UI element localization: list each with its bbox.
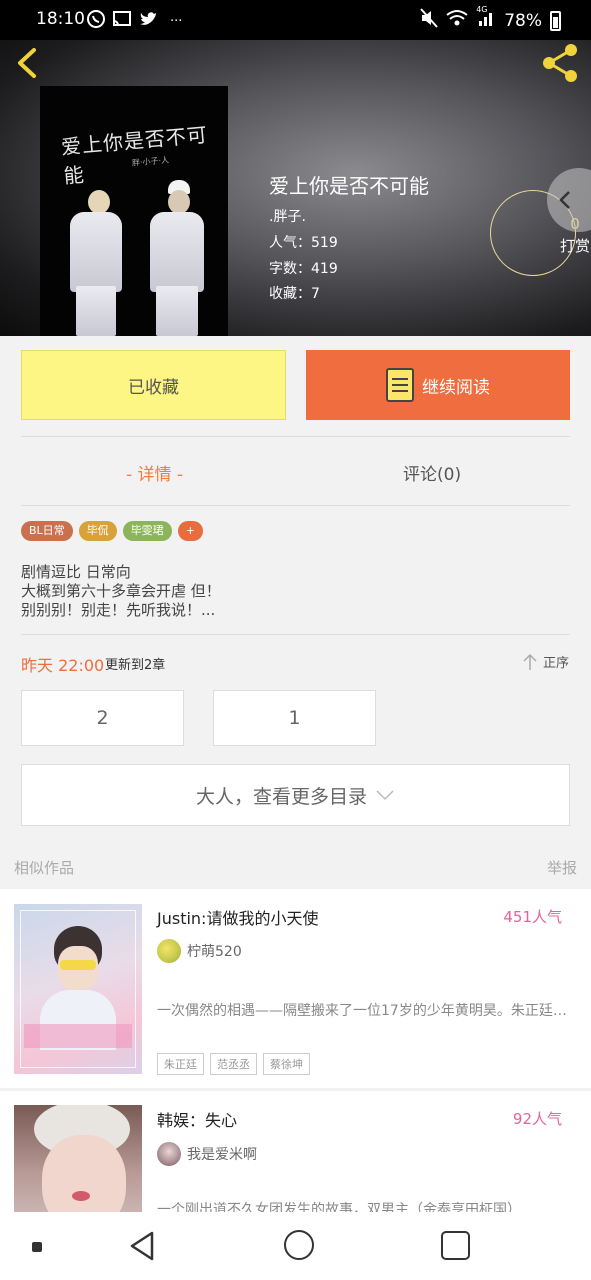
similar-works-list: Justin:请做我的小天使 451人气 柠萌520 一次偶然的相遇——隔壁搬来… <box>0 889 591 1212</box>
update-time: 昨天 22:00 <box>21 656 105 675</box>
system-navigation-bar <box>0 1212 591 1280</box>
nav-back-icon[interactable] <box>128 1230 156 1262</box>
tab-detail[interactable]: - 详情 - <box>126 460 183 485</box>
book-icon <box>386 368 414 402</box>
divider <box>21 436 570 437</box>
more-notifications-icon: ··· <box>170 14 183 29</box>
chevron-left-icon <box>559 191 570 209</box>
book-thumbnail <box>14 1105 142 1212</box>
battery-percent: 78% <box>504 10 542 31</box>
battery-icon <box>550 10 561 31</box>
signal-icon: 4G <box>476 5 496 32</box>
wifi-icon <box>446 9 468 32</box>
nav-menu-dot-icon[interactable] <box>32 1242 42 1252</box>
book-cover[interactable]: 爱上你是否不可能 胖·小子·人 <box>40 86 228 336</box>
description-line: 大概到第六十多章会开虐 但！ <box>21 582 221 600</box>
divider <box>21 505 570 506</box>
book-thumbnail <box>14 904 142 1074</box>
update-text: 更新到2章 <box>105 658 166 673</box>
book-header: 爱上你是否不可能 胖·小子·人 爱上你是否不可能 .胖子. 人气：519 字数：… <box>0 40 591 336</box>
arrow-up-icon <box>523 653 537 670</box>
clock: 18:10 <box>36 9 85 29</box>
work-author: 柠萌520 <box>157 939 242 963</box>
continue-reading-label: 继续阅读 <box>422 377 490 398</box>
work-tags: 朱正廷 范丞丞 蔡徐坤 <box>157 1053 310 1075</box>
more-catalog-button[interactable]: 大人，查看更多目录 <box>21 764 570 826</box>
sort-order-button[interactable]: 正序 <box>521 652 569 671</box>
share-button[interactable] <box>541 42 583 84</box>
work-title: Justin:请做我的小天使 <box>157 909 319 928</box>
divider <box>21 634 570 635</box>
sort-order-label: 正序 <box>542 656 569 671</box>
divider <box>0 1088 591 1091</box>
nav-home-icon[interactable] <box>284 1230 314 1260</box>
cover-title: 爱上你是否不可能 <box>60 122 209 189</box>
chevron-left-icon <box>18 48 36 78</box>
description-line: 别别别！别走！先听我说！... <box>21 601 216 619</box>
similar-works-label: 相似作品 <box>14 859 75 877</box>
tag-list: BL日常 毕侃 毕雯珺 + <box>21 521 203 541</box>
tag-chip[interactable]: 毕侃 <box>78 521 117 541</box>
tip-label: 打赏 <box>559 237 590 255</box>
author-name: 柠萌520 <box>187 944 242 960</box>
work-author: 我是爱米啊 <box>157 1142 257 1166</box>
book-favorites: 收藏：7 <box>269 286 320 302</box>
add-tag-button[interactable]: + <box>177 521 203 541</box>
report-button[interactable]: 举报 <box>547 857 577 878</box>
continue-reading-button[interactable]: 继续阅读 <box>306 350 570 420</box>
book-word-count: 字数：419 <box>269 261 338 277</box>
more-catalog-label: 大人，查看更多目录 <box>195 785 367 808</box>
work-description: 一个刚出道不久女团发生的故事，双男主（金泰亨田柾国） <box>157 1202 521 1212</box>
chapter-button[interactable]: 1 <box>213 690 376 746</box>
work-tag[interactable]: 蔡徐坤 <box>263 1053 310 1075</box>
chapter-button[interactable]: 2 <box>21 690 184 746</box>
book-description[interactable]: 剧情逗比 日常向 大概到第六十多章会开虐 但！ 别别别！别走！先听我说！... <box>21 563 221 620</box>
author-name: 我是爱米啊 <box>187 1147 257 1163</box>
work-popularity: 451人气 <box>503 908 562 926</box>
whatsapp-icon <box>86 9 106 34</box>
work-tag[interactable]: 朱正廷 <box>157 1053 204 1075</box>
mute-icon <box>420 8 438 33</box>
book-popularity: 人气：519 <box>269 235 338 251</box>
book-title: 爱上你是否不可能 <box>269 174 429 198</box>
nav-recent-apps-icon[interactable] <box>441 1231 470 1260</box>
avatar <box>157 1142 181 1166</box>
chevron-down-icon <box>376 790 394 801</box>
favorited-button[interactable]: 已收藏 <box>21 350 286 420</box>
work-title: 韩娱：失心 <box>157 1111 238 1130</box>
description-line: 剧情逗比 日常向 <box>21 563 131 581</box>
favorited-label: 已收藏 <box>128 377 179 398</box>
tag-chip[interactable]: BL日常 <box>21 521 73 541</box>
book-author[interactable]: .胖子. <box>269 206 306 226</box>
avatar <box>157 939 181 963</box>
twitter-icon <box>138 10 158 33</box>
share-icon <box>543 44 577 82</box>
status-bar: 18:10 ··· 4G 78% <box>0 0 591 40</box>
tab-comments[interactable]: 评论(0) <box>403 460 461 485</box>
work-popularity: 92人气 <box>512 1110 562 1128</box>
tag-chip[interactable]: 毕雯珺 <box>122 521 172 541</box>
cast-icon <box>112 10 132 33</box>
work-tag[interactable]: 范丞丞 <box>210 1053 257 1075</box>
back-button[interactable] <box>12 46 46 80</box>
work-description: 一次偶然的相遇——隔壁搬来了一位17岁的少年黄明昊。朱正廷…… <box>157 1003 577 1019</box>
